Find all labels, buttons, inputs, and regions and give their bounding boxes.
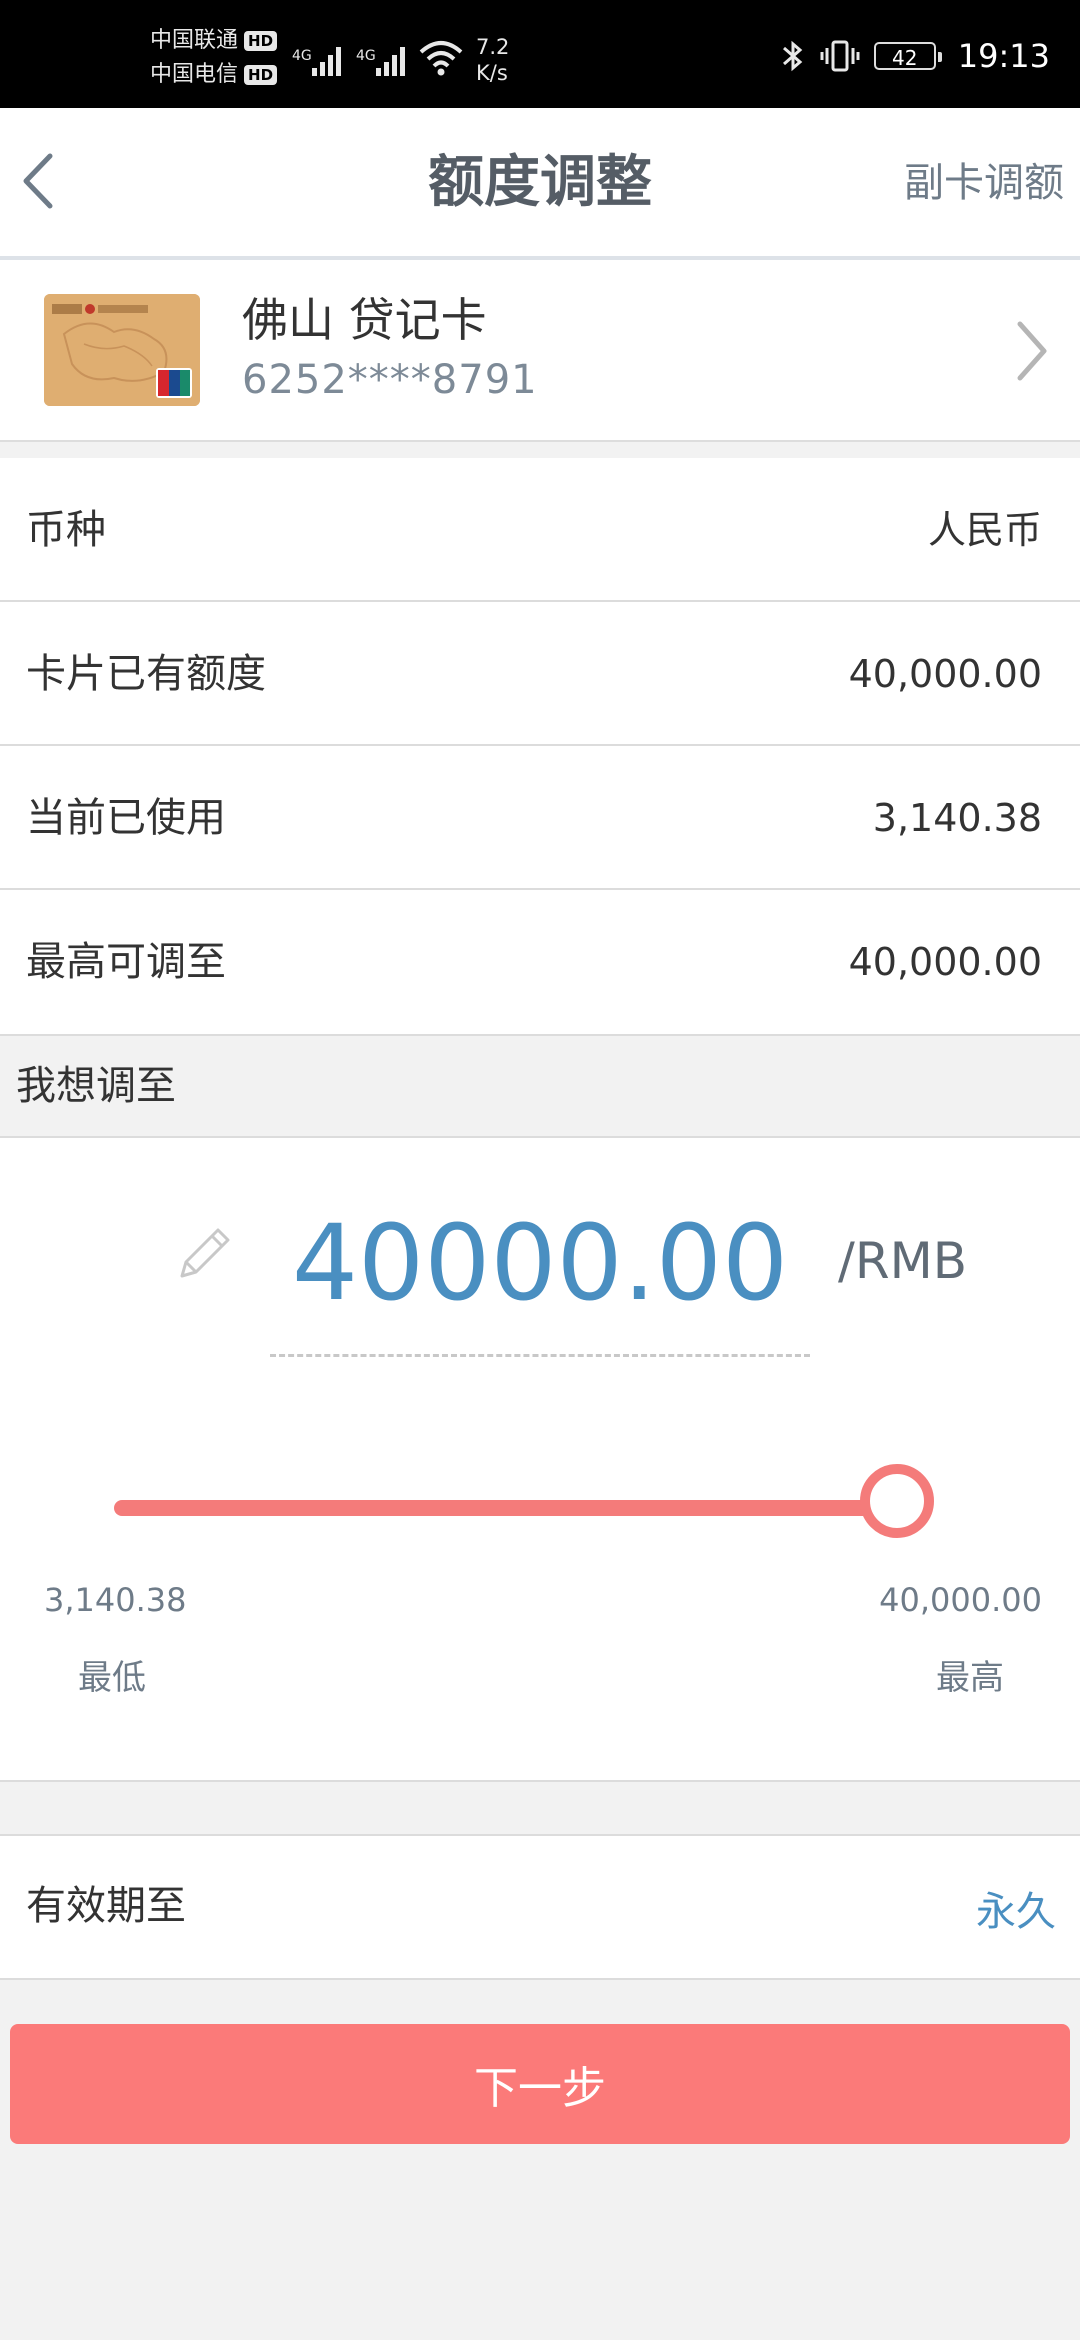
slider-max-value: 40,000.00	[879, 1581, 1042, 1619]
card-artwork	[44, 294, 200, 406]
validity-label: 有效期至	[26, 1883, 186, 1929]
info-row-max-adjustable: 最高可调至 40,000.00	[0, 890, 1080, 1034]
info-row-used: 当前已使用 3,140.38	[0, 746, 1080, 890]
limit-info-list: 币种 人民币 卡片已有额度 40,000.00 当前已使用 3,140.38 最…	[0, 458, 1080, 1034]
svg-text:4G: 4G	[356, 48, 376, 64]
info-label: 币种	[26, 507, 106, 553]
net-speed-value: 7.2	[476, 35, 510, 59]
carrier-2: 中国电信 HD	[150, 60, 278, 90]
next-step-button[interactable]: 下一步	[10, 2024, 1070, 2144]
target-section-label: 我想调至	[16, 1063, 176, 1109]
svg-text:4G: 4G	[292, 48, 312, 64]
signal-4g-icon: 4G	[292, 47, 341, 76]
nav-bar: 额度调整 副卡调额	[0, 108, 1080, 260]
info-value: 40,000.00	[848, 940, 1042, 984]
card-number: 6252****8791	[242, 357, 538, 403]
hd-badge-1: HD	[244, 31, 278, 51]
amount-panel: 40000.00 /RMB 3,140.38 40,000.00 最低 最高	[0, 1138, 1080, 1782]
validity-value[interactable]: 永久	[976, 1884, 1056, 1940]
amount-underline	[270, 1354, 810, 1357]
net-speed-unit: K/s	[476, 61, 508, 85]
info-label: 最高可调至	[26, 939, 226, 985]
card-selector[interactable]: 佛山 贷记卡 6252****8791	[0, 260, 1080, 442]
info-row-existing-limit: 卡片已有额度 40,000.00	[0, 602, 1080, 746]
bank-card-image	[44, 294, 200, 406]
carrier-1-name: 中国联通	[150, 28, 239, 53]
slider-max-label: 最高	[936, 1658, 1004, 1698]
chevron-right-icon	[1017, 321, 1047, 381]
info-value: 人民币	[927, 508, 1042, 552]
card-name: 佛山 贷记卡	[242, 293, 487, 347]
validity-row[interactable]: 有效期至 永久	[0, 1834, 1080, 1980]
battery-indicator: 42	[873, 42, 942, 70]
status-time: 19:13	[957, 37, 1050, 75]
target-section-header: 我想调至	[0, 1034, 1080, 1138]
net-speed: 7.2 K/s	[476, 34, 509, 86]
carrier-1: 中国联通 HD	[150, 26, 278, 56]
slider-min-label: 最低	[78, 1658, 146, 1698]
limit-slider-thumb[interactable]	[860, 1464, 934, 1538]
limit-slider-track[interactable]	[114, 1500, 922, 1516]
hd-badge-2: HD	[244, 65, 278, 85]
wifi-icon	[419, 41, 463, 76]
bluetooth-icon	[782, 40, 803, 72]
vibrate-icon	[820, 40, 860, 72]
info-value: 3,140.38	[872, 796, 1042, 840]
signal-4g-icon-2: 4G	[356, 47, 405, 76]
info-row-currency: 币种 人民币	[0, 458, 1080, 602]
status-right: 42 19:13	[780, 34, 1050, 78]
info-value: 40,000.00	[848, 652, 1042, 696]
currency-unit: /RMB	[838, 1232, 968, 1290]
carrier-2-name: 中国电信	[150, 62, 239, 87]
slider-min-value: 3,140.38	[44, 1581, 187, 1619]
info-label: 当前已使用	[26, 795, 226, 841]
info-label: 卡片已有额度	[26, 651, 266, 697]
supplementary-card-adjust-link[interactable]: 副卡调额	[904, 158, 1064, 208]
status-bar: 中国联通 HD 中国电信 HD 4G 4G 7.2 K/s 42 19:13	[0, 0, 1080, 108]
